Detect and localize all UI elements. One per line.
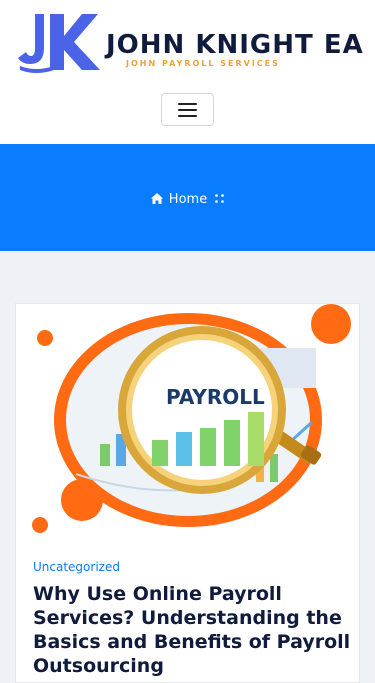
hamburger-icon-bar — [178, 102, 197, 105]
brand-tagline: JOHN PAYROLL SERVICES — [126, 59, 280, 68]
post-card: PAYROLL Uncategorized Why Use Online Pay… — [15, 303, 360, 683]
hamburger-icon-bar — [178, 108, 197, 111]
home-icon — [150, 193, 163, 204]
dots-separator-icon — [215, 194, 224, 203]
post-category-link[interactable]: Uncategorized — [33, 560, 120, 574]
hamburger-icon-bar — [178, 114, 197, 117]
payroll-magnifier-image[interactable]: PAYROLL — [16, 304, 361, 544]
site-header: JOHN KNIGHT EA JOHN PAYROLL SERVICES — [0, 0, 375, 144]
brand-name: JOHN KNIGHT EA — [106, 30, 364, 60]
menu-toggle-button[interactable] — [161, 93, 214, 126]
breadcrumb-home-link[interactable]: Home — [169, 192, 207, 207]
page-banner: Home — [0, 144, 375, 251]
breadcrumb: Home — [0, 192, 375, 207]
payroll-image-text: PAYROLL — [166, 385, 265, 409]
site-logo[interactable]: JOHN KNIGHT EA JOHN PAYROLL SERVICES — [16, 12, 363, 74]
jk-monogram-icon — [18, 14, 100, 73]
post-title-link[interactable]: Why Use Online Payroll Services? Underst… — [33, 582, 353, 678]
